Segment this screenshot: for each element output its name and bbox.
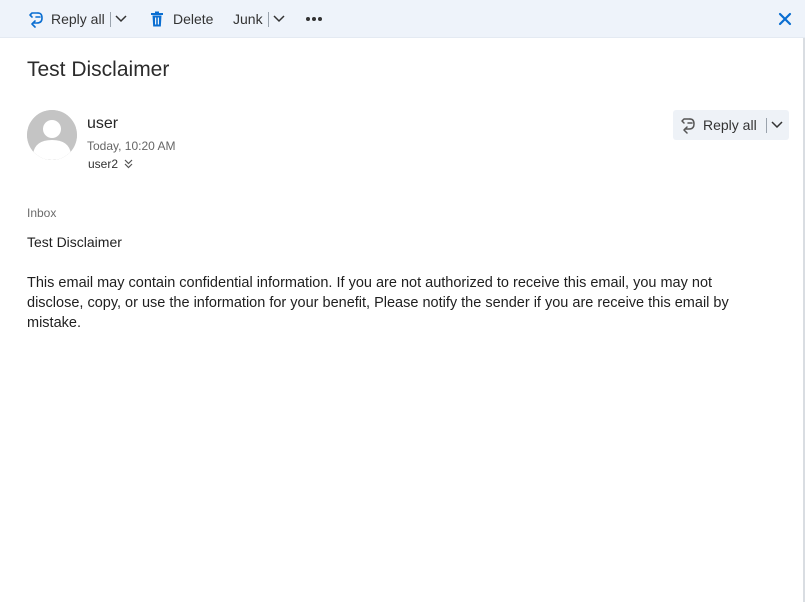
recipient-line[interactable]: user2 — [88, 157, 133, 171]
reply-all-label: Reply all — [703, 117, 757, 133]
trash-icon — [150, 11, 164, 27]
chevron-down-icon[interactable] — [273, 14, 285, 24]
chevron-down-icon[interactable] — [771, 120, 783, 130]
body-heading: Test Disclaimer — [27, 234, 122, 250]
more-icon — [305, 16, 323, 22]
junk-button[interactable]: Junk — [233, 0, 285, 38]
user-avatar-icon — [27, 110, 77, 160]
message-body: This email may contain confidential info… — [27, 275, 729, 331]
split-separator — [267, 11, 269, 27]
double-chevron-down-icon[interactable] — [124, 159, 133, 169]
close-icon — [778, 12, 792, 26]
command-bar: Reply all Delete Junk — [0, 0, 805, 38]
sender-avatar[interactable] — [27, 110, 77, 160]
message-subject: Test Disclaimer — [27, 58, 170, 81]
message-timestamp: Today, 10:20 AM — [87, 139, 176, 153]
reply-all-icon — [28, 10, 44, 28]
message-reply-all-button[interactable]: Reply all — [673, 110, 789, 140]
delete-button[interactable]: Delete — [150, 0, 213, 38]
junk-label: Junk — [233, 11, 263, 27]
split-separator — [765, 117, 767, 133]
sender-name[interactable]: user — [87, 115, 118, 133]
chevron-down-icon[interactable] — [115, 14, 127, 24]
reply-all-button[interactable]: Reply all — [28, 0, 127, 38]
close-button[interactable] — [778, 0, 792, 38]
split-separator — [109, 11, 111, 27]
reply-all-icon — [680, 116, 696, 134]
reply-all-label: Reply all — [51, 11, 105, 27]
more-actions-button[interactable] — [305, 0, 323, 38]
folder-label[interactable]: Inbox — [27, 206, 56, 220]
recipient-name[interactable]: user2 — [88, 157, 118, 171]
delete-label: Delete — [173, 11, 214, 27]
